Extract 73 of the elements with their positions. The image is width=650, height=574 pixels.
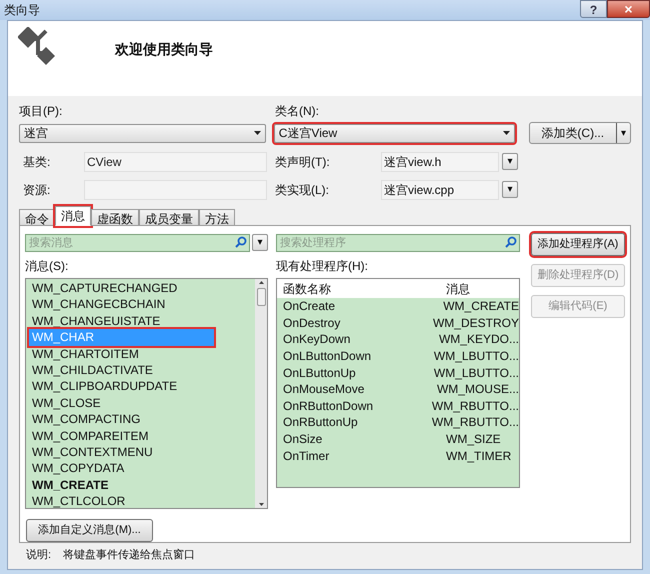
message-cell-text: WM_DESTROY (432, 314, 519, 332)
message-search-field[interactable]: 搜索消息 (25, 234, 250, 252)
messages-label: 消息(S): (25, 258, 70, 275)
dropdown-button[interactable]: ▾ (252, 234, 268, 251)
message-item[interactable]: WM_CHILDACTIVATE (29, 362, 214, 378)
scrollbar-thumb[interactable] (256, 288, 266, 306)
message-cell-text: WM_KEYDO... (438, 331, 519, 348)
message-item[interactable]: WM_CAPTURECHANGED (29, 280, 214, 296)
search-icon (505, 236, 517, 248)
function-name-cell-text: OnRButtonDown (282, 398, 374, 415)
message-item[interactable]: WM_CHANGEUISTATE (29, 312, 214, 330)
message-item[interactable]: WM_CTLCOLOR (29, 493, 214, 508)
column-header[interactable]: 消息 (440, 280, 519, 298)
function-name-cell-text: OnCreate (282, 298, 336, 316)
window-title: 类向导 (4, 2, 40, 19)
function-name-cell-text: OnKeyDown (282, 331, 352, 348)
tab[interactable]: 命令 (19, 209, 55, 226)
message-item[interactable]: WM_COMPAREITEM (29, 428, 214, 444)
message-item[interactable]: WM_CLOSE (29, 394, 214, 412)
message-cell-text: WM_CREATE (442, 298, 519, 316)
message-item[interactable]: WM_CREATE (29, 476, 214, 494)
class-implementation-label: 类实现(L): (275, 182, 330, 198)
resource-label: 资源: (22, 182, 52, 198)
column-header[interactable]: 函数名称 (277, 280, 440, 298)
add-custom-message-button[interactable]: 添加自定义消息(M)... (26, 519, 153, 542)
class-implementation-field: 迷宫view.cpp (381, 180, 499, 200)
tab[interactable]: 成员变量 (139, 209, 199, 226)
add-class-button[interactable]: 添加类(C)... ▾ (528, 122, 631, 144)
description-label: 说明: (26, 548, 52, 563)
message-cell-text: WM_SIZE (445, 431, 502, 448)
header-title: 欢迎使用类向导 (115, 40, 213, 59)
description-text: 将键盘事件传递给焦点窗口 (63, 548, 196, 563)
tab[interactable]: 虚函数 (91, 209, 139, 226)
message-item[interactable]: WM_CONTEXTMENU (29, 444, 214, 460)
handlers-label: 现有处理程序(H): (276, 258, 369, 275)
function-name-cell-text: OnLButtonDown (282, 348, 372, 366)
base-class-field: CView (84, 152, 267, 172)
action-button[interactable]: 添加处理程序(A) (531, 233, 625, 256)
function-name-cell-text: OnMouseMove (282, 381, 366, 398)
dropdown-button[interactable]: ▾ (502, 153, 518, 170)
function-name-cell-text: OnLButtonUp (282, 364, 357, 382)
tab[interactable]: 方法 (199, 209, 235, 226)
class-name-label: 类名(N): (275, 103, 319, 119)
message-cell-text: WM_RBUTTO... (430, 414, 519, 432)
project-dropdown[interactable]: 迷宫 (19, 124, 266, 142)
message-item[interactable]: WM_CHARTOITEM (29, 346, 214, 362)
function-name-cell-text: OnSize (282, 431, 324, 448)
function-name-cell-text: OnRButtonUp (282, 414, 359, 432)
dropdown-button[interactable]: ▾ (502, 181, 518, 198)
tab[interactable]: 消息 (55, 206, 91, 226)
class-name-dropdown[interactable]: C迷宫View (274, 124, 515, 142)
class-declaration-field: 迷宫view.h (381, 152, 499, 172)
dropdown-arrow-icon (502, 131, 510, 135)
message-cell-text: WM_LBUTTO... (432, 364, 519, 382)
base-class-label: 基类: (22, 154, 52, 170)
function-name-cell-text: OnTimer (282, 448, 330, 465)
class-declaration-label: 类声明(T): (275, 154, 331, 170)
search-icon (235, 236, 247, 248)
function-name-cell-text: OnDestroy (282, 314, 342, 332)
scroll-down-arrow-icon[interactable] (258, 503, 264, 506)
help-button[interactable]: ? (580, 0, 607, 18)
project-label: 项目(P): (19, 103, 64, 119)
message-item[interactable]: WM_COPYDATA (29, 460, 214, 477)
message-cell-text: WM_LBUTTO... (432, 348, 519, 366)
message-item[interactable]: WM_COMPACTING (29, 411, 214, 428)
dropdown-arrow-icon (254, 131, 261, 135)
handler-search-field[interactable]: 搜索处理程序 (276, 234, 520, 252)
message-cell-text: WM_TIMER (445, 448, 512, 465)
message-item[interactable]: WM_CLIPBOARDUPDATE (29, 378, 214, 395)
scroll-up-arrow-icon[interactable] (258, 281, 264, 284)
message-item[interactable]: WM_CHANGECBCHAIN (29, 296, 214, 313)
message-cell-text: WM_MOUSE... (436, 381, 519, 398)
message-cell-text: WM_RBUTTO... (430, 398, 519, 415)
